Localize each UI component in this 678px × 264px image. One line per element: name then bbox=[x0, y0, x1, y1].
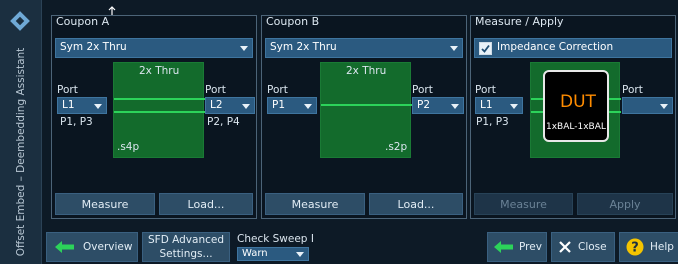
close-icon bbox=[559, 241, 571, 253]
check-sweep-value: Warn bbox=[242, 248, 268, 259]
bottom-bar: Overview SFD Advanced Settings... Check … bbox=[42, 224, 678, 264]
coupon-b-port-right-value: P2 bbox=[417, 99, 431, 111]
coupon-b-line bbox=[321, 104, 412, 106]
coupon-b-title: Coupon B bbox=[266, 15, 320, 28]
apply-measure-button[interactable]: Measure bbox=[474, 193, 573, 215]
chevron-down-icon bbox=[304, 104, 312, 109]
coupon-a-type-value: Sym 2x Thru bbox=[60, 41, 127, 53]
close-label: Close bbox=[578, 241, 607, 253]
dut-right-upper-line bbox=[609, 98, 621, 100]
measure-apply-panel: Measure / Apply Impedance Correction Por… bbox=[470, 15, 676, 219]
dut-diagram: DUT 1xBAL-1xBAL bbox=[530, 62, 621, 158]
dut-label: DUT bbox=[560, 92, 596, 112]
overview-label: Overview bbox=[83, 241, 133, 253]
coupon-a-type-dropdown[interactable]: Sym 2x Thru bbox=[55, 38, 253, 58]
coupon-a-lower-line bbox=[114, 111, 205, 113]
apply-port-left-label: Port bbox=[475, 84, 496, 96]
chevron-down-icon bbox=[240, 46, 248, 51]
arrow-left-icon bbox=[55, 241, 74, 253]
prev-button[interactable]: Prev bbox=[487, 232, 547, 262]
chevron-down-icon bbox=[296, 252, 304, 257]
coupon-b-type-dropdown[interactable]: Sym 2x Thru bbox=[265, 38, 463, 58]
chevron-down-icon bbox=[94, 104, 102, 109]
coupon-b-port-left-value: P1 bbox=[272, 99, 286, 111]
chevron-down-icon bbox=[450, 46, 458, 51]
check-sweep-label: Check Sweep Pc bbox=[237, 233, 313, 245]
sidebar: Offset Embed – Deembedding Assistant bbox=[0, 0, 42, 264]
chevron-down-icon bbox=[242, 104, 250, 109]
sfd-advanced-settings-button[interactable]: SFD Advanced Settings... bbox=[142, 232, 230, 262]
coupon-a-diagram: 2x Thru .s4p bbox=[113, 62, 205, 158]
help-label: Help bbox=[650, 241, 674, 253]
coupon-a-port-right-value: L2 bbox=[210, 99, 223, 111]
coupon-a-port-right-sub: P2, P4 bbox=[207, 116, 240, 128]
coupon-b-file-ext: .s2p bbox=[385, 141, 408, 153]
prev-label: Prev bbox=[519, 241, 542, 253]
dut-left-upper-line bbox=[531, 98, 543, 100]
coupon-a-title: Coupon A bbox=[56, 15, 110, 28]
dut-right-lower-line bbox=[609, 111, 621, 113]
coupon-a-diagram-label: 2x Thru bbox=[139, 65, 180, 77]
chevron-down-icon bbox=[660, 104, 668, 109]
coupon-b-port-left-label: Port bbox=[267, 84, 288, 96]
help-button[interactable]: ? Help bbox=[619, 232, 678, 262]
coupon-a-port-left-sub: P1, P3 bbox=[60, 116, 93, 128]
coupon-b-load-button[interactable]: Load... bbox=[369, 193, 463, 215]
sidebar-title: Offset Embed – Deembedding Assistant bbox=[15, 47, 27, 257]
chevron-down-icon bbox=[451, 104, 459, 109]
chevron-down-icon bbox=[510, 104, 518, 109]
coupon-a-upper-line bbox=[114, 98, 205, 100]
coupon-b-diagram-label: 2x Thru bbox=[346, 65, 387, 77]
coupon-b-measure-button[interactable]: Measure bbox=[265, 193, 365, 215]
help-icon: ? bbox=[626, 238, 644, 256]
coupon-b-port-right-dropdown[interactable]: P2 bbox=[412, 97, 464, 114]
apply-port-right-dropdown[interactable] bbox=[622, 97, 673, 114]
coupon-a-load-button[interactable]: Load... bbox=[159, 193, 253, 215]
apply-port-left-value: L1 bbox=[480, 99, 493, 111]
coupon-b-port-right-label: Port bbox=[412, 84, 433, 96]
impedance-correction-checkbox[interactable]: Impedance Correction bbox=[474, 38, 672, 58]
coupon-a-port-left-dropdown[interactable]: L1 bbox=[57, 97, 107, 114]
coupon-a-port-right-label: Port bbox=[205, 84, 226, 96]
close-button[interactable]: Close bbox=[551, 232, 615, 262]
sfd-advanced-label-line1: SFD Advanced bbox=[148, 234, 224, 246]
coupon-a-port-left-value: L1 bbox=[62, 99, 75, 111]
check-sweep-dropdown[interactable]: Warn bbox=[237, 247, 309, 261]
coupon-b-type-value: Sym 2x Thru bbox=[270, 41, 337, 53]
coupon-a-port-right-dropdown[interactable]: L2 bbox=[205, 97, 255, 114]
dut-left-lower-line bbox=[531, 111, 543, 113]
svg-text:?: ? bbox=[631, 241, 639, 256]
coupon-b-diagram: 2x Thru .s2p bbox=[320, 62, 412, 158]
coupon-a-panel: Coupon A Sym 2x Thru Port L1 P1, P3 2x T… bbox=[51, 15, 257, 219]
app-logo-icon bbox=[10, 11, 30, 31]
dut-sublabel: 1xBAL-1xBAL bbox=[546, 122, 606, 132]
coupon-a-measure-button[interactable]: Measure bbox=[55, 193, 155, 215]
dut-block: DUT 1xBAL-1xBAL bbox=[543, 70, 609, 142]
arrow-left-icon bbox=[494, 241, 513, 253]
impedance-correction-label: Impedance Correction bbox=[497, 41, 614, 53]
coupon-a-file-ext: .s4p bbox=[117, 141, 140, 153]
apply-port-left-dropdown[interactable]: L1 bbox=[475, 97, 523, 114]
apply-port-left-sub: P1, P3 bbox=[476, 116, 509, 128]
measure-apply-title: Measure / Apply bbox=[475, 15, 564, 28]
overview-button[interactable]: Overview bbox=[46, 232, 138, 262]
coupon-a-port-left-label: Port bbox=[57, 84, 78, 96]
apply-port-right-label: Port bbox=[622, 84, 643, 96]
sfd-advanced-label-line2: Settings... bbox=[159, 248, 213, 260]
apply-button[interactable]: Apply bbox=[577, 193, 673, 215]
coupon-b-port-left-dropdown[interactable]: P1 bbox=[267, 97, 317, 114]
coupon-b-panel: Coupon B Sym 2x Thru Port P1 2x Thru .s2… bbox=[261, 15, 467, 219]
checkbox-checked-icon bbox=[479, 42, 492, 55]
